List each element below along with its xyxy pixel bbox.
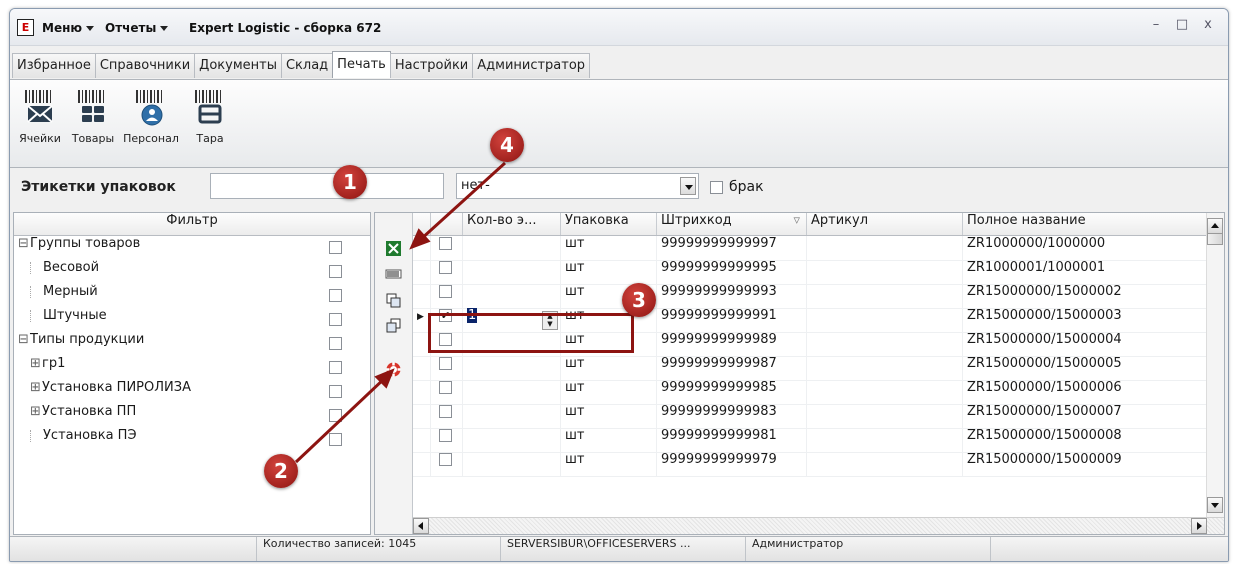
highlight-frame bbox=[428, 313, 634, 353]
annotation-arrows bbox=[294, 161, 507, 464]
annotation-badge-2: 2 bbox=[264, 454, 298, 488]
annotation-badge-1: 1 bbox=[333, 165, 367, 199]
annotation-badge-3: 3 bbox=[622, 283, 656, 317]
annotation-badge-4: 4 bbox=[490, 128, 524, 162]
